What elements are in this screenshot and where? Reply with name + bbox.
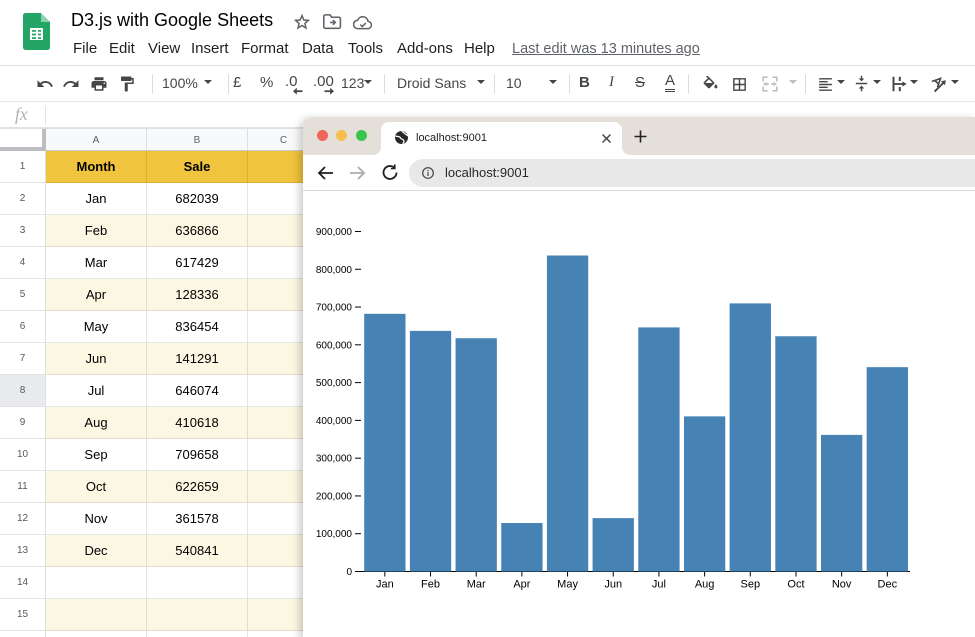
svg-text:900,000: 900,000	[316, 227, 353, 238]
svg-text:200,000: 200,000	[316, 491, 353, 502]
svg-text:Aug: Aug	[695, 579, 715, 591]
svg-text:Sep: Sep	[741, 579, 761, 591]
svg-text:Jul: Jul	[652, 579, 666, 591]
svg-text:300,000: 300,000	[316, 454, 353, 465]
svg-text:Nov: Nov	[832, 579, 852, 591]
svg-text:100,000: 100,000	[316, 529, 353, 540]
svg-text:0: 0	[346, 567, 352, 578]
svg-text:Mar: Mar	[467, 579, 486, 591]
svg-text:800,000: 800,000	[316, 265, 353, 276]
svg-text:May: May	[557, 579, 578, 591]
svg-text:600,000: 600,000	[316, 340, 353, 351]
svg-text:Jun: Jun	[604, 579, 622, 591]
svg-text:Jan: Jan	[376, 579, 394, 591]
svg-text:Apr: Apr	[513, 579, 530, 591]
svg-text:400,000: 400,000	[316, 416, 353, 427]
svg-text:Feb: Feb	[421, 579, 440, 591]
svg-text:500,000: 500,000	[316, 378, 353, 389]
svg-text:700,000: 700,000	[316, 303, 353, 314]
svg-text:Oct: Oct	[787, 579, 804, 591]
svg-text:Dec: Dec	[878, 579, 898, 591]
